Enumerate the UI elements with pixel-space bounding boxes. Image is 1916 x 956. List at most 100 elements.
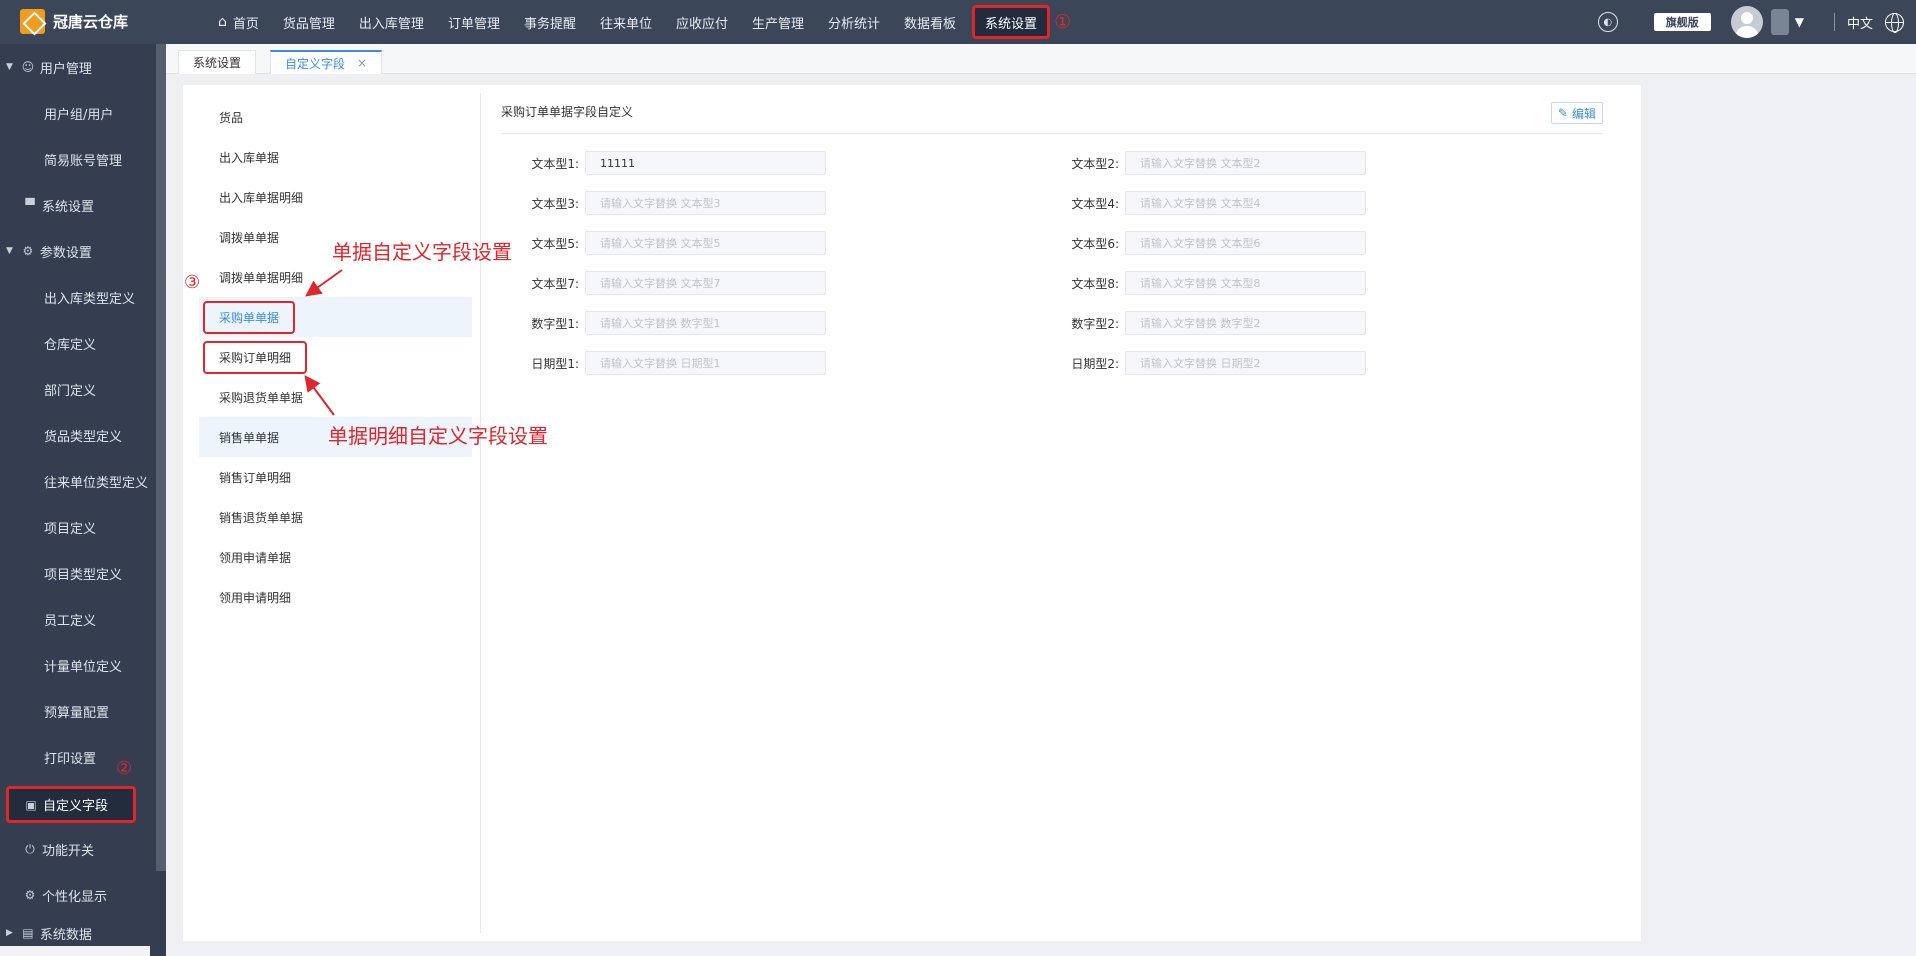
sidebar-item-parameter-settings[interactable]: ▼ ⚙ 参数设置	[0, 228, 156, 274]
annotation-header-fields: 单据自定义字段设置	[332, 240, 512, 264]
app-logo[interactable]: 冠唐云仓库	[20, 9, 128, 34]
sidebar-item-custom-fields[interactable]: ▣ 自定义字段	[6, 786, 136, 823]
nav-orders[interactable]: 订单管理	[436, 0, 512, 44]
top-right-tools: ◐ 旗舰版 ▼ 中文	[1597, 0, 1916, 44]
user-icon: ☺	[21, 60, 35, 74]
close-icon[interactable]: ×	[357, 56, 367, 70]
sidebar-item-feature-switch[interactable]: ⏻ 功能开关	[0, 826, 156, 872]
top-divider	[1833, 13, 1835, 31]
sidebar-item-projects[interactable]: 项目定义	[0, 504, 156, 550]
chevron-down-icon: ▼	[6, 246, 13, 256]
list-item-inout-detail[interactable]: 出入库单据明细	[199, 177, 472, 217]
vertical-separator	[480, 93, 481, 933]
field-number2: 数字型2: 请输入文字替换 数字型2	[1041, 311, 1366, 335]
nav-system-settings[interactable]: 系统设置	[972, 5, 1051, 39]
sidebar-item-goods-types[interactable]: 货品类型定义	[0, 412, 156, 458]
sidebar-item-print-settings[interactable]: 打印设置	[0, 734, 156, 780]
number2-input[interactable]: 请输入文字替换 数字型2	[1125, 311, 1366, 335]
gear-icon: ⚙	[22, 244, 34, 258]
field-date1: 日期型1: 请输入文字替换 日期型1	[501, 351, 826, 375]
text6-input[interactable]: 请输入文字替换 文本型6	[1125, 231, 1366, 255]
username-blurred[interactable]	[1770, 9, 1789, 35]
chevron-right-icon: ▶	[6, 928, 13, 938]
list-item-sales-return[interactable]: 销售退货单单据	[199, 497, 472, 537]
sidebar-item-project-types[interactable]: 项目类型定义	[0, 550, 156, 596]
marker-2: ②	[116, 758, 133, 779]
field-number1: 数字型1: 请输入文字替换 数字型1	[501, 311, 826, 335]
document-type-list: 货品 出入库单据 出入库单据明细 调拨单单据 调拨单单据明细 采购单单据 采购订…	[199, 97, 472, 617]
tab-custom-fields[interactable]: 自定义字段 ×	[270, 50, 383, 74]
date2-input[interactable]: 请输入文字替换 日期型2	[1125, 351, 1366, 375]
text2-input[interactable]: 请输入文字替换 文本型2	[1125, 151, 1366, 175]
edition-badge: 旗舰版	[1653, 13, 1711, 31]
nav-production[interactable]: 生产管理	[740, 0, 816, 44]
sidebar-item-departments[interactable]: 部门定义	[0, 366, 156, 412]
annotation-detail-fields: 单据明细自定义字段设置	[328, 424, 548, 448]
form-icon: ▣	[25, 797, 37, 812]
list-item-purchase-return[interactable]: 采购退货单单据	[199, 377, 472, 417]
chevron-down-icon: ▼	[6, 62, 13, 72]
list-item-inout[interactable]: 出入库单据	[199, 137, 472, 177]
text8-input[interactable]: 请输入文字替换 文本型8	[1125, 271, 1366, 295]
main-card: 货品 出入库单据 出入库单据明细 调拨单单据 调拨单单据明细 采购单单据 采购订…	[183, 85, 1641, 941]
nav-reminders[interactable]: 事务提醒	[512, 0, 588, 44]
nav-receivable[interactable]: 应收应付	[664, 0, 740, 44]
text4-input[interactable]: 请输入文字替换 文本型4	[1125, 191, 1366, 215]
sidebar-scrollbar[interactable]	[156, 44, 166, 871]
field-text1: 文本型1: 11111	[501, 151, 826, 175]
list-item-requisition-detail[interactable]: 领用申请明细	[199, 577, 472, 617]
data-icon: ▤	[22, 926, 34, 940]
language-switch[interactable]: 中文	[1847, 13, 1873, 32]
sidebar-footer-strip	[0, 946, 150, 956]
list-item-requisition[interactable]: 领用申请单据	[199, 537, 472, 577]
text3-input[interactable]: 请输入文字替换 文本型3	[585, 191, 826, 215]
sidebar-item-partner-types[interactable]: 往来单位类型定义	[0, 458, 156, 504]
sidebar-item-employees[interactable]: 员工定义	[0, 596, 156, 642]
tab-system-settings[interactable]: 系统设置	[178, 50, 257, 74]
field-text6: 文本型6: 请输入文字替换 文本型6	[1041, 231, 1366, 255]
text1-input[interactable]: 11111	[585, 151, 826, 175]
field-text5: 文本型5: 请输入文字替换 文本型5	[501, 231, 826, 255]
pencil-icon: ✎	[1557, 106, 1568, 120]
sidebar-item-user-groups[interactable]: 用户组/用户	[0, 90, 156, 136]
field-text8: 文本型8: 请输入文字替换 文本型8	[1041, 271, 1366, 295]
list-item-goods[interactable]: 货品	[199, 97, 472, 137]
avatar-icon[interactable]	[1730, 6, 1763, 38]
sidebar-item-system-data[interactable]: ▶ ▤ 系统数据	[0, 918, 156, 948]
field-text3: 文本型3: 请输入文字替换 文本型3	[501, 191, 826, 215]
sidebar-item-user-management[interactable]: ▼ ☺ 用户管理	[0, 44, 156, 90]
nav-dashboard[interactable]: 数据看板	[892, 0, 968, 44]
gear-icon: ⚙	[24, 888, 36, 902]
nav-inout[interactable]: 出入库管理	[347, 0, 436, 44]
monitor-icon: ▀	[25, 198, 35, 212]
top-bar: 冠唐云仓库 ⌂ 首页 货品管理 出入库管理 订单管理 事务提醒 往来单位 应收应…	[0, 0, 1916, 44]
globe-icon[interactable]	[1885, 12, 1904, 33]
date1-input[interactable]: 请输入文字替换 日期型1	[585, 351, 826, 375]
top-nav: ⌂ 首页 货品管理 出入库管理 订单管理 事务提醒 往来单位 应收应付 生产管理…	[206, 0, 1071, 44]
text5-input[interactable]: 请输入文字替换 文本型5	[585, 231, 826, 255]
sidebar-item-warehouses[interactable]: 仓库定义	[0, 320, 156, 366]
sidebar-item-units[interactable]: 计量单位定义	[0, 642, 156, 688]
sidebar-item-system-settings[interactable]: ▀ 系统设置	[0, 182, 156, 228]
list-item-purchase[interactable]: 采购单单据	[199, 297, 472, 337]
sidebar-item-personalization[interactable]: ⚙ 个性化显示	[0, 872, 156, 918]
number1-input[interactable]: 请输入文字替换 数字型1	[585, 311, 826, 335]
nav-home[interactable]: ⌂ 首页	[206, 0, 271, 44]
nav-goods[interactable]: 货品管理	[271, 0, 347, 44]
list-item-sales-order-detail[interactable]: 销售订单明细	[199, 457, 472, 497]
sidebar-item-inout-types[interactable]: 出入库类型定义	[0, 274, 156, 320]
sidebar-item-simple-accounts[interactable]: 简易账号管理	[0, 136, 156, 182]
marker-3: ③	[184, 272, 201, 293]
helper-icon[interactable]: ◐	[1597, 12, 1618, 32]
list-item-purchase-order-detail[interactable]: 采购订单明细	[199, 337, 472, 377]
caret-down-icon[interactable]: ▼	[1795, 15, 1804, 29]
sidebar-item-budget[interactable]: 预算量配置	[0, 688, 156, 734]
text7-input[interactable]: 请输入文字替换 文本型7	[585, 271, 826, 295]
field-text2: 文本型2: 请输入文字替换 文本型2	[1041, 151, 1366, 175]
nav-partners[interactable]: 往来单位	[588, 0, 664, 44]
edit-button[interactable]: ✎ 编辑	[1550, 102, 1603, 124]
power-icon: ⏻	[25, 841, 35, 856]
home-icon: ⌂	[218, 14, 227, 30]
nav-analysis[interactable]: 分析统计	[816, 0, 892, 44]
marker-1: ①	[1054, 11, 1072, 33]
